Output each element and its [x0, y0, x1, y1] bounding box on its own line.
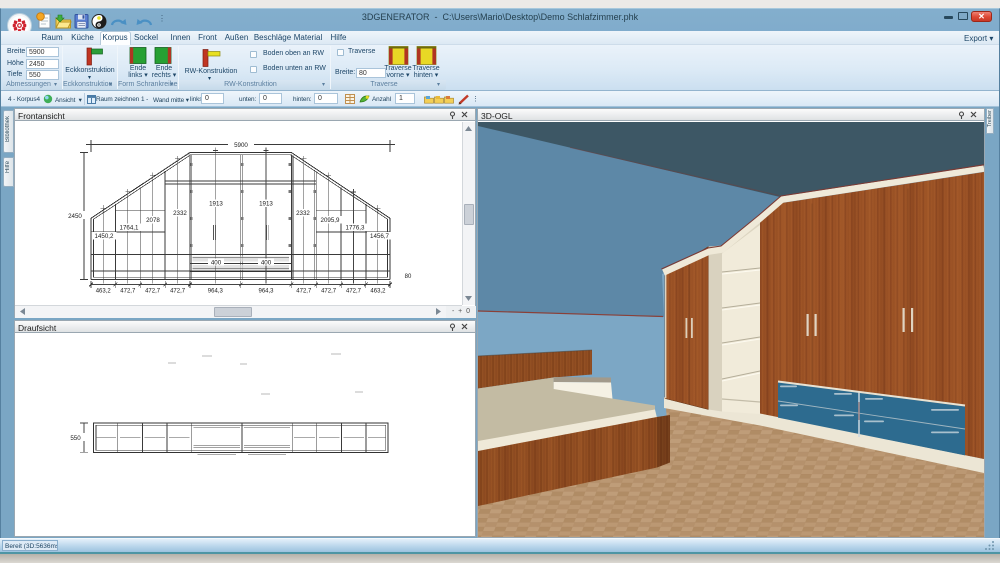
- svg-text:472,7: 472,7: [346, 289, 362, 295]
- svg-text:472,7: 472,7: [296, 289, 312, 295]
- svg-text:472,7: 472,7: [120, 289, 136, 295]
- svg-text:400: 400: [261, 260, 272, 267]
- svg-text:2078: 2078: [146, 217, 160, 224]
- svg-text:463,2: 463,2: [370, 289, 386, 295]
- svg-text:1450,2: 1450,2: [95, 233, 114, 240]
- svg-text:1913: 1913: [259, 201, 273, 208]
- svg-text:1913: 1913: [209, 201, 223, 208]
- svg-text:400: 400: [211, 260, 222, 267]
- svg-text:1456,7: 1456,7: [370, 233, 389, 240]
- svg-text:964,3: 964,3: [208, 289, 224, 295]
- svg-text:472,7: 472,7: [170, 289, 186, 295]
- svg-text:1776,3: 1776,3: [346, 225, 365, 232]
- svg-text:2450: 2450: [68, 213, 82, 220]
- svg-text:1764,1: 1764,1: [120, 225, 139, 232]
- svg-text:472,7: 472,7: [321, 289, 337, 295]
- svg-text:472,7: 472,7: [145, 289, 161, 295]
- svg-text:964,3: 964,3: [258, 289, 274, 295]
- svg-text:5900: 5900: [234, 142, 248, 149]
- svg-text:2332: 2332: [296, 210, 310, 217]
- svg-text:463,2: 463,2: [96, 289, 112, 295]
- svg-text:80: 80: [405, 274, 412, 280]
- svg-text:550: 550: [70, 435, 81, 442]
- svg-text:2332: 2332: [173, 210, 187, 217]
- svg-text:2095,9: 2095,9: [321, 217, 340, 224]
